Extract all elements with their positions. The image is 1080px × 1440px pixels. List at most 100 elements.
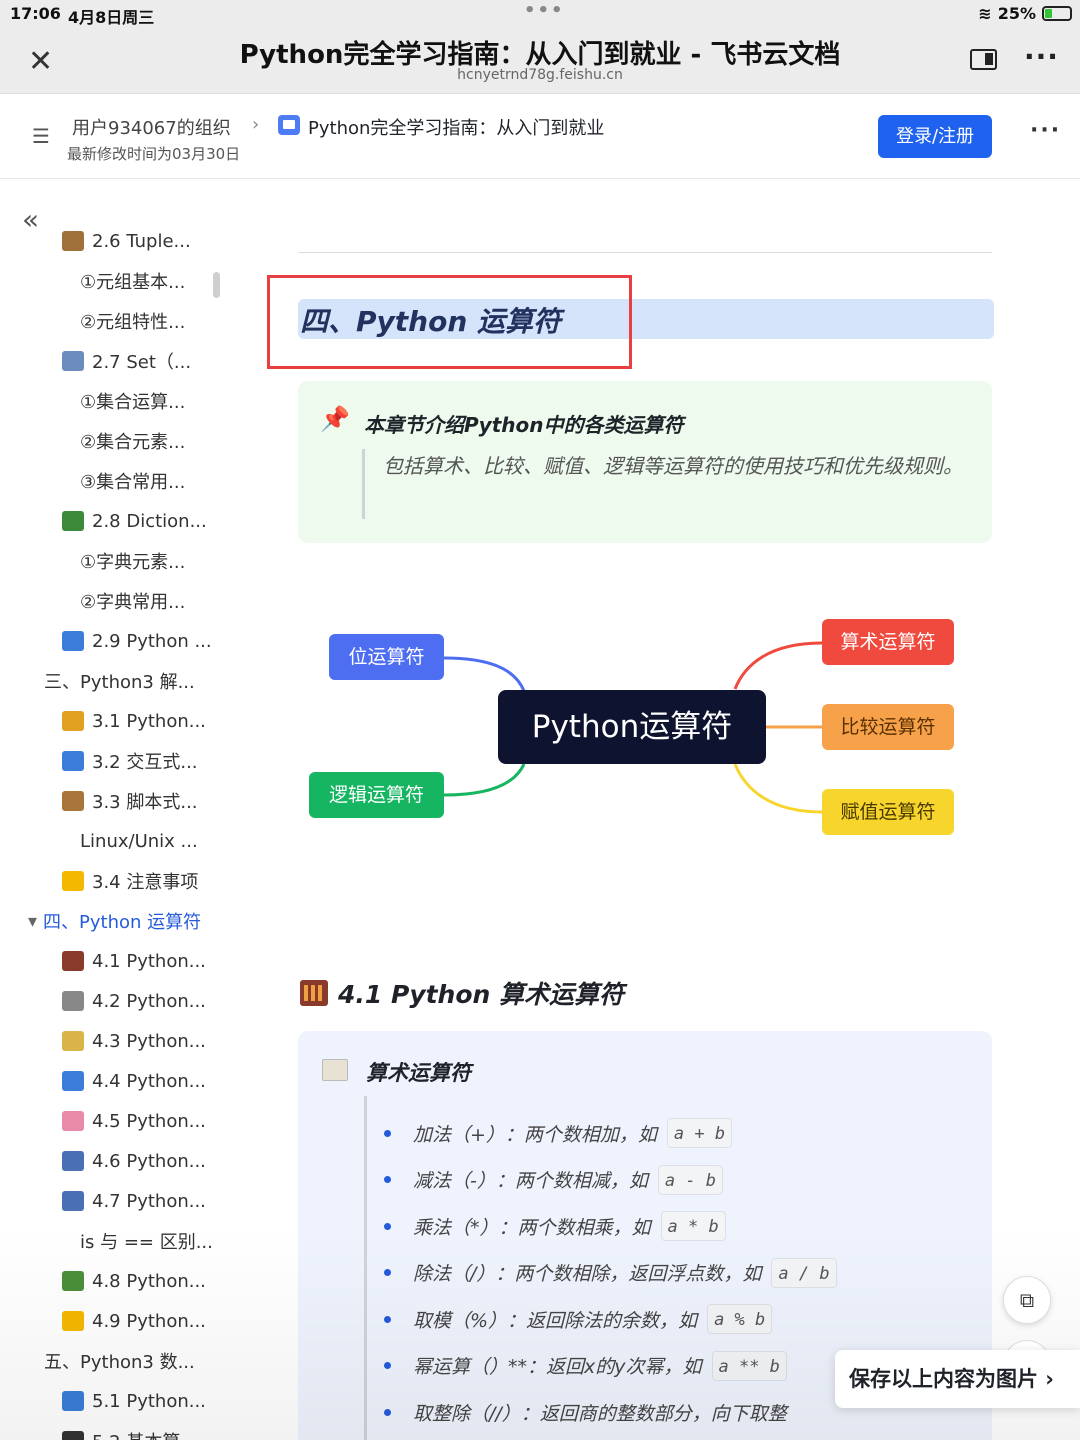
sidebar-item[interactable]: 2.9 Python ... <box>62 621 212 661</box>
sidebar-scrollbar[interactable] <box>213 272 220 298</box>
bar-chart-icon <box>62 1271 84 1291</box>
sidebar-item[interactable]: 2.8 Diction... <box>62 501 207 541</box>
divider <box>298 252 992 253</box>
sidebar-item-label: ①元组基本... <box>80 272 186 293</box>
save-as-image-button[interactable]: 保存以上内容为图片 › <box>835 1350 1080 1408</box>
sidebar-item[interactable]: 4.4 Python... <box>62 1061 206 1101</box>
last-modified: 最新修改时间为03月30日 <box>67 145 241 163</box>
sidebar-item-label: 3.4 注意事项 <box>92 872 199 893</box>
sidebar-item[interactable]: 3.1 Python... <box>62 701 206 741</box>
mindmap-node-comparison[interactable]: 比较运算符 <box>822 704 954 750</box>
callout-block: 📌 本章节介绍Python中的各类运算符 包括算术、比较、赋值、逻辑等运算符的使… <box>298 381 992 543</box>
sidebar-item[interactable]: ①集合运算... <box>80 381 185 421</box>
sidebar-item[interactable]: 3.3 脚本式... <box>62 781 198 821</box>
scroll-icon <box>322 1059 348 1081</box>
sidebar-item[interactable]: 4.7 Python... <box>62 1181 206 1221</box>
sidebar-item-label: ②字典常用... <box>80 592 186 613</box>
sidebar-item[interactable]: 5.1 Python... <box>62 1381 206 1421</box>
copy-link-icon[interactable]: ⧉ <box>1003 1276 1051 1324</box>
login-register-button[interactable]: 登录/注册 <box>878 115 992 158</box>
sidebar-item[interactable]: 2.6 Tuple... <box>62 221 191 261</box>
sidebar-item[interactable]: 3.4 注意事项 <box>62 861 198 901</box>
sidebar-item[interactable]: 4.6 Python... <box>62 1141 206 1181</box>
sidebar-item-label: 三、Python3 解... <box>44 672 195 693</box>
sidebar-item[interactable]: 2.7 Set（... <box>62 341 191 381</box>
sidebar-item-label: ①字典元素... <box>80 552 186 573</box>
doc-content: 四、Python 运算符 📌 本章节介绍Python中的各类运算符 包括算术、比… <box>240 179 1080 1440</box>
inline-code: a * b <box>660 1211 726 1241</box>
bullet-dot <box>384 1129 391 1137</box>
mindmap-node-bitwise[interactable]: 位运算符 <box>329 634 444 680</box>
inline-code: a % b <box>707 1304 773 1334</box>
sidebar-item[interactable]: 3.2 交互式... <box>62 741 198 781</box>
chevron-right-icon: › <box>252 114 260 135</box>
multitask-dots-icon[interactable]: ••• <box>524 0 565 21</box>
list-item-text: 减法（-）：两个数相减，如 <box>413 1170 648 1192</box>
mindmap-node-logical[interactable]: 逻辑运算符 <box>309 772 444 818</box>
plus-icon <box>62 1431 84 1440</box>
sidebar-item-label: 5.1 Python... <box>92 1390 206 1412</box>
browser-title-bar: ✕ Python完全学习指南：从入门到就业 - 飞书云文档 hcnyetrnd7… <box>0 28 1080 94</box>
sidebar-item-label: 4.7 Python... <box>92 1190 206 1212</box>
sidebar-item[interactable]: 五、Python3 数... <box>44 1341 195 1381</box>
sidebar-item[interactable]: 4.2 Python... <box>62 981 206 1021</box>
list-item-text: 取整除（//）：返回商的整数部分，向下取整 <box>413 1402 787 1425</box>
list-item: 幂运算（）**：返回x的y次幂，如 a ** b <box>384 1348 787 1384</box>
more-options-icon[interactable]: ··· <box>1024 40 1059 73</box>
sidebar-item[interactable]: 5.2 基本算... <box>62 1421 198 1440</box>
mindmap-node-assignment[interactable]: 赋值运算符 <box>822 789 954 835</box>
sidebar-item-label: 5.2 基本算... <box>92 1428 198 1440</box>
sidebar-item-label: 2.7 Set（... <box>92 352 192 373</box>
sidebar-item[interactable]: 4.9 Python... <box>62 1301 206 1341</box>
sidebar-item-label: 4.1 Python... <box>92 950 206 972</box>
bullet-dot <box>384 1176 391 1183</box>
sidebar-item[interactable]: ①字典元素... <box>80 541 185 581</box>
sidebar-item[interactable]: ②字典常用... <box>80 581 185 621</box>
abacus-icon <box>300 980 328 1006</box>
mindmap-node-arithmetic[interactable]: 算术运算符 <box>822 619 954 665</box>
sidebar-item-label: 4.2 Python... <box>92 990 206 1012</box>
sidebar-item[interactable]: 4.3 Python... <box>62 1021 206 1061</box>
wifi-icon: ≋ <box>978 4 992 23</box>
sidebar-item[interactable]: Linux/Unix ... <box>80 821 198 861</box>
collapse-sidebar-icon[interactable]: « <box>22 203 39 236</box>
list-item: 除法（/）：两个数相除，返回浮点数，如 a / b <box>384 1255 837 1291</box>
quote-bar <box>364 1096 367 1440</box>
list-item-text: 幂运算（）**：返回x的y次幂，如 <box>413 1356 702 1378</box>
outline-toggle-icon[interactable]: ☰ <box>32 124 50 148</box>
mindmap-root[interactable]: Python运算符 <box>498 690 766 764</box>
scroll-icon <box>62 791 84 811</box>
sidebar-item[interactable]: 三、Python3 解... <box>44 661 195 701</box>
doc-more-icon[interactable]: ··· <box>1030 118 1061 143</box>
sidebar-item[interactable]: 4.8 Python... <box>62 1261 206 1301</box>
expand-triangle-icon[interactable]: ▾ <box>28 911 37 932</box>
battery-percent: 25% <box>997 4 1036 23</box>
heading-2-text: 4.1 Python 算术运算符 <box>338 980 625 1009</box>
list-item: 取整除（//）：返回商的整数部分，向下取整 <box>384 1394 787 1430</box>
sidebar-item-label: ①集合运算... <box>80 392 186 413</box>
sidebar-item[interactable]: ▾ 四、Python 运算符 <box>28 901 201 941</box>
sidebar-item-label: 4.5 Python... <box>92 1110 206 1132</box>
breadcrumb-doc-title[interactable]: Python完全学习指南：从入门到就业 <box>308 114 604 140</box>
sidebar-item[interactable]: ①元组基本... <box>80 261 185 301</box>
list-item: 减法（-）：两个数相减，如 a - b <box>384 1162 724 1198</box>
bullet-dot <box>384 1222 391 1230</box>
sidebar-item[interactable]: ②集合元素... <box>80 421 185 461</box>
doc-icon <box>278 115 300 135</box>
sidebar-item[interactable]: 4.5 Python... <box>62 1101 206 1141</box>
sidebar-item[interactable]: is 与 == 区别... <box>80 1221 213 1261</box>
sidebar-item-label: 2.6 Tuple... <box>92 230 191 252</box>
battery-icon <box>1042 6 1072 21</box>
repeat-icon <box>62 631 84 651</box>
callout-text: 包括算术、比较、赋值、逻辑等运算符的使用技巧和优先级规则。 <box>383 454 963 478</box>
page-title: Python完全学习指南：从入门到就业 - 飞书云文档 <box>239 40 841 70</box>
inline-code: a / b <box>771 1257 837 1288</box>
memo-icon <box>62 1031 84 1051</box>
sidebar-item[interactable]: 4.1 Python... <box>62 941 206 981</box>
sidebar-item[interactable]: ③集合常用... <box>80 461 185 501</box>
sidebar-item-label: ②元组特性... <box>80 312 186 333</box>
sidebar-item[interactable]: ②元组特性... <box>80 301 185 341</box>
breadcrumb-org[interactable]: 用户934067的组织 <box>72 114 231 140</box>
split-view-icon[interactable] <box>970 49 997 70</box>
people-icon <box>62 1151 84 1171</box>
